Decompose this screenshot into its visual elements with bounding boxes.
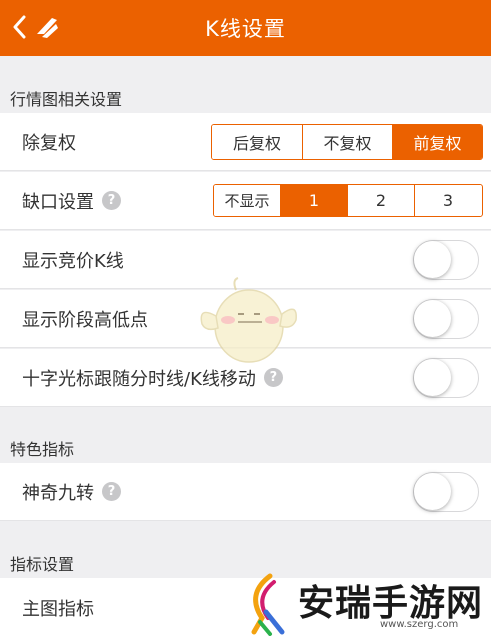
stage-label: 显示阶段高低点 [22,309,148,331]
option-back-adjust[interactable]: 后复权 [212,125,302,159]
row-nine-turn: 神奇九转 ? [0,463,491,521]
row-rights: 除复权 后复权 不复权 前复权 [0,113,491,171]
toggle-knob [414,299,451,337]
option-hide[interactable]: 不显示 [214,185,280,216]
toggle-knob [414,358,451,396]
toggle-knob [414,472,451,510]
section-title-special: 特色指标 [10,440,75,459]
option-2[interactable]: 2 [347,185,414,216]
page-title: K线设置 [205,17,286,41]
crosshair-label: 十字光标跟随分时线/K线移动 ? [22,365,283,391]
app-header: K线设置 [0,0,491,56]
option-no-adjust[interactable]: 不复权 [302,125,392,159]
help-icon[interactable]: ? [263,368,283,387]
gap-segmented-control: 不显示 1 2 3 [213,184,483,217]
stage-toggle[interactable] [413,298,479,339]
row-stage: 显示阶段高低点 [0,290,491,348]
gap-label: 缺口设置 ? [22,188,121,214]
toggle-knob [414,240,451,278]
nine-turn-label: 神奇九转 ? [22,479,121,505]
row-crosshair: 十字光标跟随分时线/K线移动 ? [0,349,491,407]
option-3[interactable]: 3 [414,185,481,216]
crosshair-toggle[interactable] [413,357,479,398]
section-title-market: 行情图相关设置 [10,90,123,109]
help-icon[interactable]: ? [102,191,121,210]
auction-toggle[interactable] [413,239,479,280]
rights-label: 除复权 [22,132,76,154]
chevron-left-icon [13,15,26,39]
rights-segmented-control: 后复权 不复权 前复权 [211,124,483,160]
row-main-indicator[interactable]: 主图指标 [0,578,491,637]
option-forward-adjust[interactable]: 前复权 [392,125,482,159]
main-indicator-label: 主图指标 [22,598,94,620]
section-title-indicator: 指标设置 [10,555,75,574]
row-gap: 缺口设置 ? 不显示 1 2 3 [0,172,491,230]
back-button[interactable] [8,14,30,40]
app-logo-icon [37,18,58,38]
row-auction: 显示竞价K线 [0,231,491,289]
auction-label: 显示竞价K线 [22,250,124,272]
help-icon[interactable]: ? [102,482,121,501]
option-1[interactable]: 1 [280,185,347,216]
nine-turn-toggle[interactable] [413,471,479,512]
